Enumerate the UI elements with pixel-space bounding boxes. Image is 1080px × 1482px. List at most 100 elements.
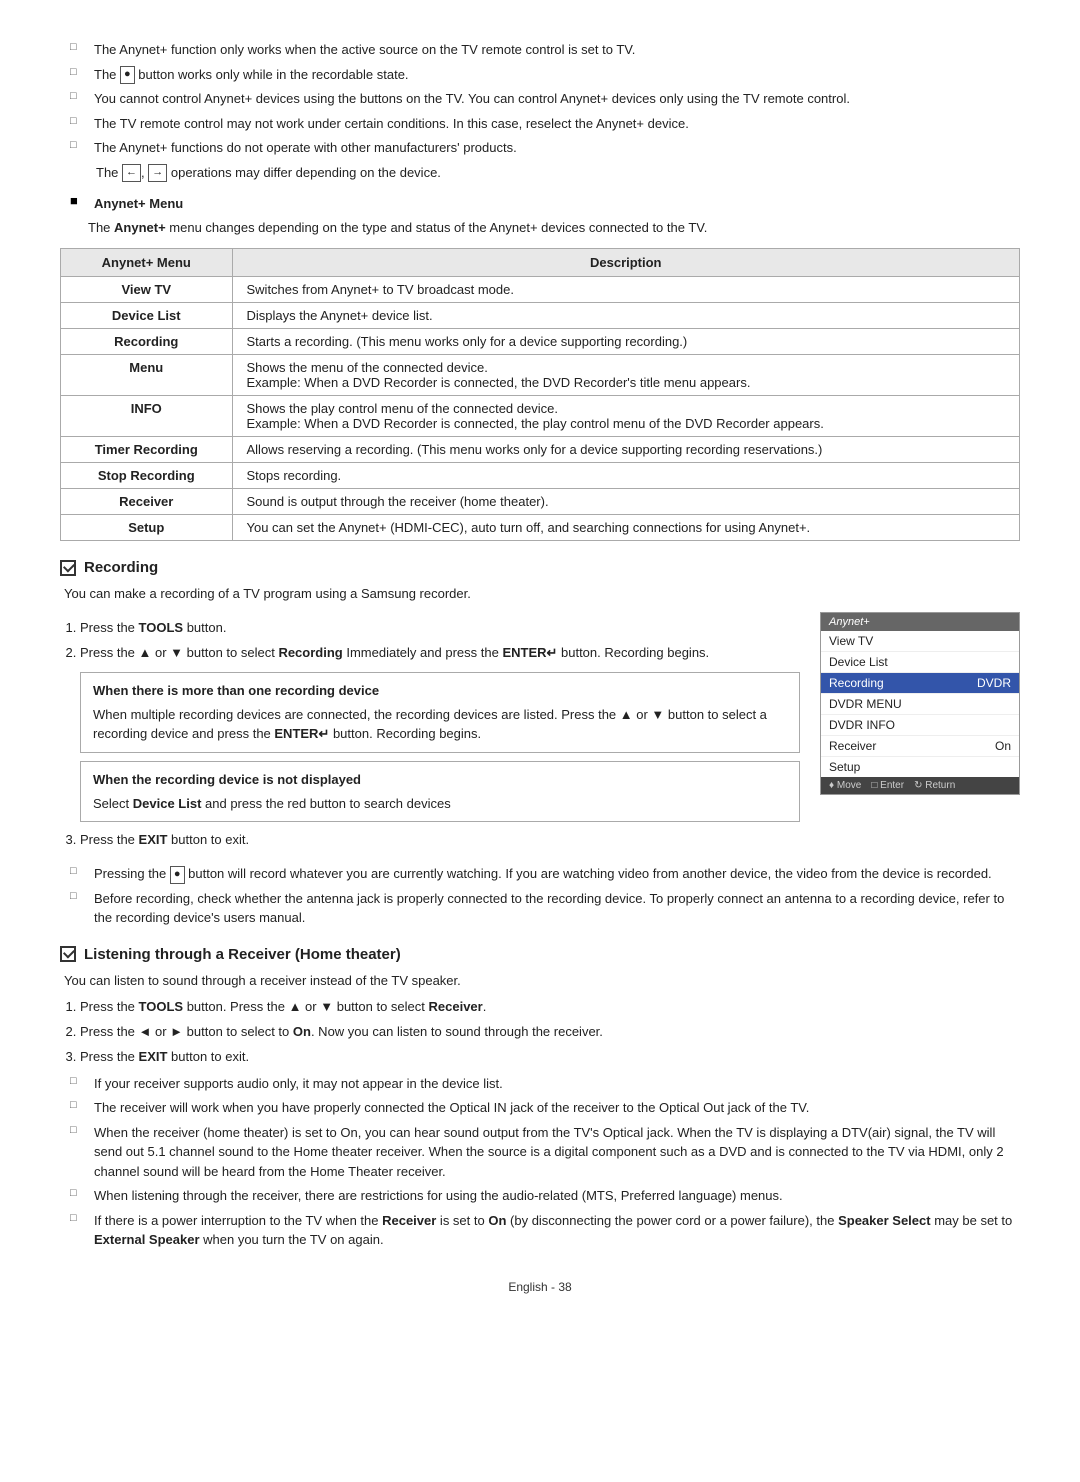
listening-intro: You can listen to sound through a receiv… [60,971,1020,991]
note-icon-rec2: □ [70,890,88,902]
anynet-menu-description: The Anynet+ menu changes depending on th… [60,218,1020,238]
listening-steps-list: Press the TOOLS button. Press the ▲ or ▼… [60,997,1020,1067]
table-row: View TV Switches from Anynet+ to TV broa… [61,277,1020,303]
note-item-5: □ The Anynet+ functions do not operate w… [60,138,1020,158]
note-text-4: The TV remote control may not work under… [94,114,689,134]
tv-menu-label: View TV [829,634,873,648]
listening-note-text-5: If there is a power interruption to the … [94,1211,1020,1250]
menu-cell: Menu [61,355,233,396]
desc-cell: Shows the menu of the connected device. … [232,355,1020,396]
sub-box-title-2: When the recording device is not display… [93,770,787,790]
tv-menu-label: Device List [829,655,888,669]
sub-box-text-2: Select Device List and press the red but… [93,794,787,814]
recording-step-1: Press the TOOLS button. [80,618,800,638]
tv-menu-label: DVDR MENU [829,697,902,711]
sub-box-device-not-displayed: When the recording device is not display… [80,761,800,823]
listening-note-2: □ The receiver will work when you have p… [60,1098,1020,1118]
recording-title-text: Recording [84,559,158,576]
footer-text: English - 38 [508,1280,571,1294]
note-icon-ls3: □ [70,1124,88,1136]
menu-cell: INFO [61,396,233,437]
tv-menu-item-recording: Recording DVDR [821,673,1019,694]
recording-note-text-2: Before recording, check whether the ante… [94,889,1020,928]
table-row: Timer Recording Allows reserving a recor… [61,437,1020,463]
page-footer: English - 38 [60,1280,1020,1294]
tv-menu-item-dvdrmenu: DVDR MENU [821,694,1019,715]
note-icon-5: □ [70,139,88,151]
note-item-2: □ The ● button works only while in the r… [60,65,1020,85]
table-row: Receiver Sound is output through the rec… [61,489,1020,515]
recording-note-1: □ Pressing the ● button will record what… [60,864,1020,884]
table-col-menu: Anynet+ Menu [61,249,233,277]
top-notes: □ The Anynet+ function only works when t… [60,40,1020,182]
note-icon-rec1: □ [70,865,88,877]
desc-cell: Switches from Anynet+ to TV broadcast mo… [232,277,1020,303]
listening-title-text: Listening through a Receiver (Home theat… [84,946,401,963]
square-bullet-icon: ■ [70,193,88,208]
listening-checkbox-icon [60,946,76,962]
listening-note-4: □ When listening through the receiver, t… [60,1186,1020,1206]
note-icon-ls4: □ [70,1187,88,1199]
tv-menu-value: DVDR [977,676,1011,690]
desc-cell: Shows the play control menu of the conne… [232,396,1020,437]
table-row: Menu Shows the menu of the connected dev… [61,355,1020,396]
menu-cell: View TV [61,277,233,303]
recording-steps-list: Press the TOOLS button. Press the ▲ or ▼… [60,618,800,850]
table-row: Recording Starts a recording. (This menu… [61,329,1020,355]
recording-left-col: Press the TOOLS button. Press the ▲ or ▼… [60,612,800,856]
tv-menu-label: Receiver [829,739,876,753]
anynet-menu-section: ■ Anynet+ Menu The Anynet+ menu changes … [60,192,1020,541]
tv-menu-item-dvdrinfo: DVDR INFO [821,715,1019,736]
recording-note-text-1: Pressing the ● button will record whatev… [94,864,992,884]
listening-section-title: Listening through a Receiver (Home theat… [60,946,1020,963]
note-icon-ls1: □ [70,1075,88,1087]
note-text-1: The Anynet+ function only works when the… [94,40,635,60]
tv-menu-item-setup: Setup [821,757,1019,777]
recording-intro: You can make a recording of a TV program… [60,584,1020,604]
listening-step-2: Press the ◄ or ► button to select to On.… [80,1022,1020,1042]
recording-note-2: □ Before recording, check whether the an… [60,889,1020,928]
desc-cell: Starts a recording. (This menu works onl… [232,329,1020,355]
menu-cell: Device List [61,303,233,329]
listening-note-text-2: The receiver will work when you have pro… [94,1098,809,1118]
tv-menu-value: On [995,739,1011,753]
tv-menu-label: DVDR INFO [829,718,895,732]
listening-note-5: □ If there is a power interruption to th… [60,1211,1020,1250]
menu-cell: Receiver [61,489,233,515]
anynet-menu-table: Anynet+ Menu Description View TV Switche… [60,248,1020,541]
desc-cell: Sound is output through the receiver (ho… [232,489,1020,515]
tv-menu-item-receiver: Receiver On [821,736,1019,757]
tv-menu-label: Setup [829,760,860,774]
tv-footer-enter: □ Enter [871,780,904,791]
note-icon-ls2: □ [70,1099,88,1111]
note-item-1: □ The Anynet+ function only works when t… [60,40,1020,60]
listening-step-1: Press the TOOLS button. Press the ▲ or ▼… [80,997,1020,1017]
note-item-6: The ←, → operations may differ depending… [60,163,1020,183]
listening-step-3: Press the EXIT button to exit. [80,1047,1020,1067]
listening-note-1: □ If your receiver supports audio only, … [60,1074,1020,1094]
tv-footer-return: ↻ Return [914,780,955,791]
anynet-menu-heading: Anynet+ Menu [94,196,183,211]
note-text-6: The ←, → operations may differ depending… [96,163,441,183]
listening-section: Listening through a Receiver (Home theat… [60,946,1020,1250]
anynet-menu-heading-row: ■ Anynet+ Menu [60,192,1020,213]
tv-footer-move: ♦ Move [829,780,861,791]
menu-cell: Setup [61,515,233,541]
recording-step-3: Press the EXIT button to exit. [80,830,800,850]
tv-menu-title: Anynet+ [821,613,1019,631]
listening-note-3: □ When the receiver (home theater) is se… [60,1123,1020,1182]
table-row: Setup You can set the Anynet+ (HDMI-CEC)… [61,515,1020,541]
note-item-3: □ You cannot control Anynet+ devices usi… [60,89,1020,109]
recording-section-title: Recording [60,559,1020,576]
note-icon-3: □ [70,90,88,102]
recording-checkbox-icon [60,560,76,576]
recording-step-2: Press the ▲ or ▼ button to select Record… [80,643,800,822]
table-row: Stop Recording Stops recording. [61,463,1020,489]
tv-menu-item-viewtv: View TV [821,631,1019,652]
recording-tv-menu: Anynet+ View TV Device List Recording DV… [820,612,1020,856]
table-col-description: Description [232,249,1020,277]
desc-cell: Stops recording. [232,463,1020,489]
tv-menu-box: Anynet+ View TV Device List Recording DV… [820,612,1020,795]
table-row: Device List Displays the Anynet+ device … [61,303,1020,329]
recording-section: Recording You can make a recording of a … [60,559,1020,928]
